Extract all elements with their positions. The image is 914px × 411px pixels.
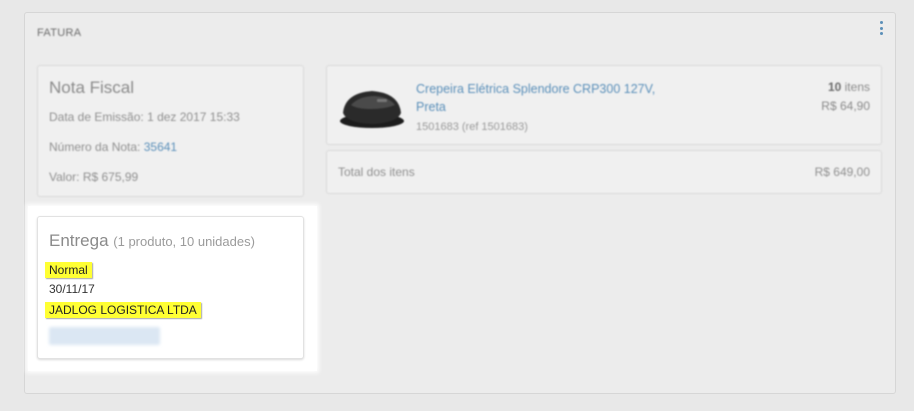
- nota-fiscal-card: Nota Fiscal Data de Emissão: 1 dez 2017 …: [37, 65, 304, 197]
- tracking-link[interactable]: [49, 327, 160, 345]
- product-quantity-unit: itens: [844, 80, 870, 94]
- totals-card: Total dos itens R$ 649,00: [326, 150, 882, 194]
- total-label: Total dos itens: [338, 165, 415, 179]
- invoice-number-link[interactable]: 35641: [144, 140, 177, 154]
- nota-fiscal-title: Nota Fiscal: [49, 78, 135, 97]
- product-card: Crepeira Elétrica Splendore CRP300 127V,…: [326, 65, 882, 145]
- delivery-title-line: Entrega (1 produto, 10 unidades): [49, 231, 255, 251]
- issue-date-line: Data de Emissão: 1 dez 2017 15:33: [49, 110, 240, 124]
- issue-date-value: 1 dez 2017 15:33: [147, 110, 240, 124]
- product-ref: 1501683 (ref 1501683): [416, 121, 528, 133]
- carrier-name: JADLOG LOGISTICA LTDA: [45, 302, 201, 318]
- kebab-menu-icon[interactable]: [878, 21, 884, 35]
- delivery-date: 30/11/17: [49, 282, 95, 296]
- product-price: R$ 64,90: [821, 99, 870, 113]
- issue-date-label: Data de Emissão:: [49, 110, 144, 124]
- panel-title: FATURA: [37, 27, 82, 39]
- delivery-card: Entrega (1 produto, 10 unidades) Normal …: [37, 216, 304, 359]
- invoice-value: R$ 675,99: [82, 170, 139, 184]
- delivery-subtitle: (1 produto, 10 unidades): [113, 234, 255, 249]
- product-image[interactable]: [337, 79, 407, 131]
- total-value: R$ 649,00: [814, 165, 870, 179]
- invoice-number-line: Número da Nota: 35641: [49, 140, 177, 154]
- delivery-title: Entrega: [49, 231, 109, 250]
- invoice-number-label: Número da Nota:: [49, 140, 141, 154]
- shipping-type: Normal: [45, 262, 92, 278]
- invoice-value-label: Valor:: [49, 170, 80, 184]
- product-quantity: 10 itens: [828, 80, 870, 94]
- product-quantity-number: 10: [827, 80, 842, 94]
- invoice-value-line: Valor: R$ 675,99: [49, 170, 138, 184]
- product-name-link[interactable]: Crepeira Elétrica Splendore CRP300 127V,…: [416, 80, 656, 116]
